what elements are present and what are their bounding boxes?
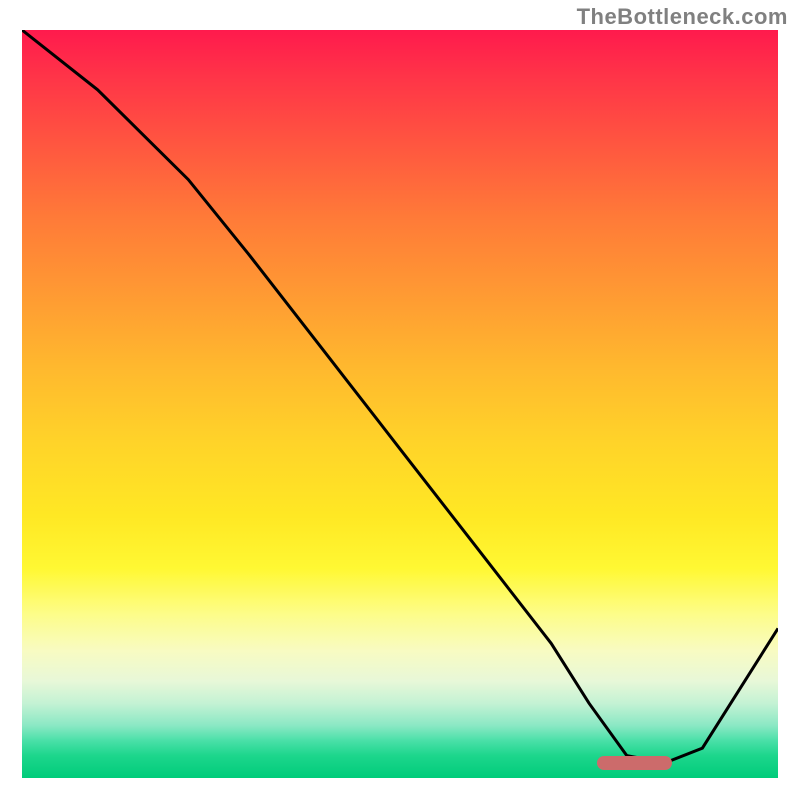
watermark-text: TheBottleneck.com	[577, 4, 788, 30]
chart-svg	[22, 30, 778, 778]
bottleneck-curve	[22, 30, 778, 763]
optimal-marker	[597, 756, 673, 770]
chart-plot-area	[22, 30, 778, 778]
